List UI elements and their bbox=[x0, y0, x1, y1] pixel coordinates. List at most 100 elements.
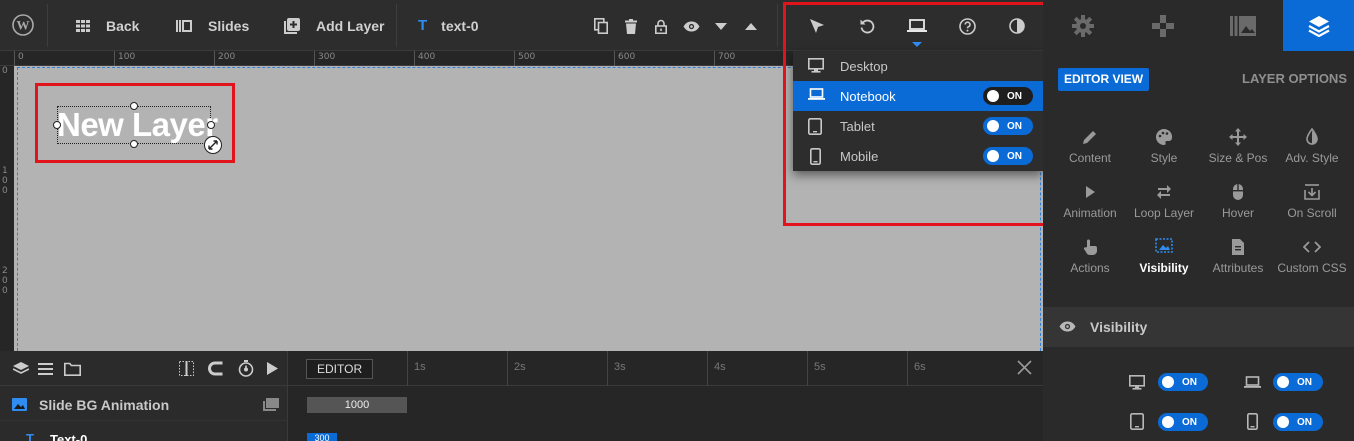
code-icon bbox=[1303, 238, 1321, 256]
editor-view-button[interactable]: EDITOR VIEW bbox=[1058, 68, 1150, 91]
option-style[interactable]: Style bbox=[1127, 128, 1201, 165]
option-adv-style[interactable]: Adv. Style bbox=[1275, 128, 1349, 165]
timeline-row-label: Text-0 bbox=[50, 432, 88, 441]
folder-icon[interactable] bbox=[64, 362, 81, 376]
ruler-tick: 0 bbox=[2, 66, 8, 76]
scroll-icon bbox=[1303, 183, 1321, 201]
layer-selection-box[interactable]: New Layer bbox=[53, 102, 222, 154]
resize-handle[interactable] bbox=[207, 121, 215, 129]
trash-icon[interactable] bbox=[621, 16, 641, 36]
play-icon[interactable] bbox=[267, 362, 278, 375]
timeline-row[interactable]: Slide BG Animation bbox=[0, 386, 288, 421]
close-icon[interactable] bbox=[1017, 360, 1032, 375]
notebook-visibility-toggle[interactable]: ON bbox=[1273, 373, 1323, 391]
ruler-tick: 0 bbox=[14, 51, 24, 66]
current-layer-selector[interactable]: T text-0 bbox=[418, 0, 479, 51]
play-icon bbox=[1081, 183, 1099, 201]
time-mark: 4s bbox=[707, 351, 726, 386]
document-icon bbox=[1229, 238, 1247, 256]
wordpress-logo-icon[interactable]: W bbox=[12, 14, 34, 36]
scale-handle-icon[interactable] bbox=[204, 136, 222, 154]
option-on-scroll[interactable]: On Scroll bbox=[1275, 183, 1349, 220]
visibility-section-header[interactable]: Visibility bbox=[1043, 307, 1354, 347]
toggle-label: ON bbox=[1297, 376, 1312, 388]
gamepad-icon bbox=[1152, 14, 1174, 37]
hand-pointer-icon bbox=[1081, 238, 1099, 256]
resize-handle[interactable] bbox=[53, 121, 61, 129]
slides-button[interactable]: Slides bbox=[176, 0, 249, 51]
resize-handle[interactable] bbox=[130, 140, 138, 148]
timeline-bar[interactable]: 300 bbox=[307, 433, 337, 441]
option-attributes[interactable]: Attributes bbox=[1201, 238, 1275, 275]
ruler-tick: 1 0 0 bbox=[2, 166, 8, 196]
timeline-bar[interactable]: 1000 bbox=[307, 397, 407, 413]
timeline-ruler: EDITOR 1s 2s 3s 4s 5s 6s bbox=[288, 351, 1043, 386]
grid-icon bbox=[76, 19, 90, 32]
settings-tab[interactable] bbox=[1043, 0, 1123, 51]
current-layer-name: text-0 bbox=[441, 17, 479, 34]
image-icon bbox=[12, 398, 27, 411]
layers-tab[interactable] bbox=[1283, 0, 1354, 51]
right-settings-panel: EDITOR VIEW LAYER OPTIONS Content Style … bbox=[1043, 0, 1354, 441]
list-icon[interactable] bbox=[38, 363, 53, 375]
timeline-row[interactable]: T Text-0 bbox=[0, 422, 288, 441]
gallery-icon bbox=[1230, 15, 1256, 36]
time-mark: 2s bbox=[507, 351, 526, 386]
mobile-visibility-toggle[interactable]: ON bbox=[1273, 413, 1323, 431]
ruler-tick: 200 bbox=[214, 51, 235, 66]
ruler-tick: 700 bbox=[714, 51, 735, 66]
navigation-tab[interactable] bbox=[1123, 0, 1203, 51]
option-content[interactable]: Content bbox=[1053, 128, 1127, 165]
add-layer-label: Add Layer bbox=[316, 17, 385, 34]
option-label: Loop Layer bbox=[1133, 206, 1195, 220]
option-size-pos[interactable]: Size & Pos bbox=[1201, 128, 1275, 165]
media-library-tab[interactable] bbox=[1203, 0, 1283, 51]
slides-label: Slides bbox=[208, 17, 250, 34]
loop-icon bbox=[1155, 183, 1173, 201]
canvas-text-layer[interactable]: New Layer bbox=[57, 105, 218, 145]
option-label: Actions bbox=[1070, 261, 1110, 275]
eye-icon[interactable] bbox=[681, 16, 701, 36]
align-grid-icon[interactable] bbox=[179, 361, 194, 376]
option-label: Content bbox=[1068, 151, 1112, 165]
resize-handle[interactable] bbox=[130, 102, 138, 110]
option-label: Attributes bbox=[1212, 261, 1264, 275]
toggle-label: ON bbox=[1182, 416, 1197, 428]
text-layer-icon: T bbox=[26, 431, 34, 441]
time-mark: 6s bbox=[907, 351, 926, 386]
move-up-icon[interactable] bbox=[741, 16, 761, 36]
mouse-icon bbox=[1229, 183, 1247, 201]
ruler-tick: 300 bbox=[314, 51, 335, 66]
visibility-icon bbox=[1155, 238, 1173, 256]
mobile-icon bbox=[1247, 413, 1258, 430]
slides-icon bbox=[176, 19, 192, 32]
add-layer-button[interactable]: Add Layer bbox=[284, 0, 384, 51]
magnet-icon[interactable] bbox=[208, 361, 223, 376]
move-icon bbox=[1229, 128, 1247, 146]
editor-mode-button[interactable]: EDITOR bbox=[306, 359, 374, 379]
layers-icon[interactable] bbox=[13, 362, 29, 376]
timeline-row-label: Slide BG Animation bbox=[39, 397, 170, 413]
option-actions[interactable]: Actions bbox=[1053, 238, 1127, 275]
duplicate-icon[interactable] bbox=[591, 16, 611, 36]
time-mark: 5s bbox=[807, 351, 826, 386]
stopwatch-icon[interactable] bbox=[238, 360, 254, 377]
gallery-icon[interactable] bbox=[263, 398, 279, 411]
option-label: Style bbox=[1150, 151, 1178, 165]
option-animation[interactable]: Animation bbox=[1053, 183, 1127, 220]
desktop-visibility-toggle[interactable]: ON bbox=[1158, 373, 1208, 391]
tablet-visibility-toggle[interactable]: ON bbox=[1158, 413, 1208, 431]
back-button[interactable]: Back bbox=[76, 0, 139, 51]
option-visibility[interactable]: Visibility bbox=[1127, 238, 1201, 275]
lock-icon[interactable] bbox=[651, 16, 671, 36]
option-loop-layer[interactable]: Loop Layer bbox=[1127, 183, 1201, 220]
ruler-tick: 600 bbox=[614, 51, 635, 66]
option-hover[interactable]: Hover bbox=[1201, 183, 1275, 220]
option-custom-css[interactable]: Custom CSS bbox=[1275, 238, 1349, 275]
palette-icon bbox=[1155, 128, 1173, 146]
time-mark: 3s bbox=[607, 351, 626, 386]
option-label: Custom CSS bbox=[1277, 261, 1347, 275]
layer-options-title: LAYER OPTIONS bbox=[1242, 71, 1347, 86]
ruler-tick: 2 0 0 bbox=[2, 266, 8, 296]
move-down-icon[interactable] bbox=[711, 16, 731, 36]
